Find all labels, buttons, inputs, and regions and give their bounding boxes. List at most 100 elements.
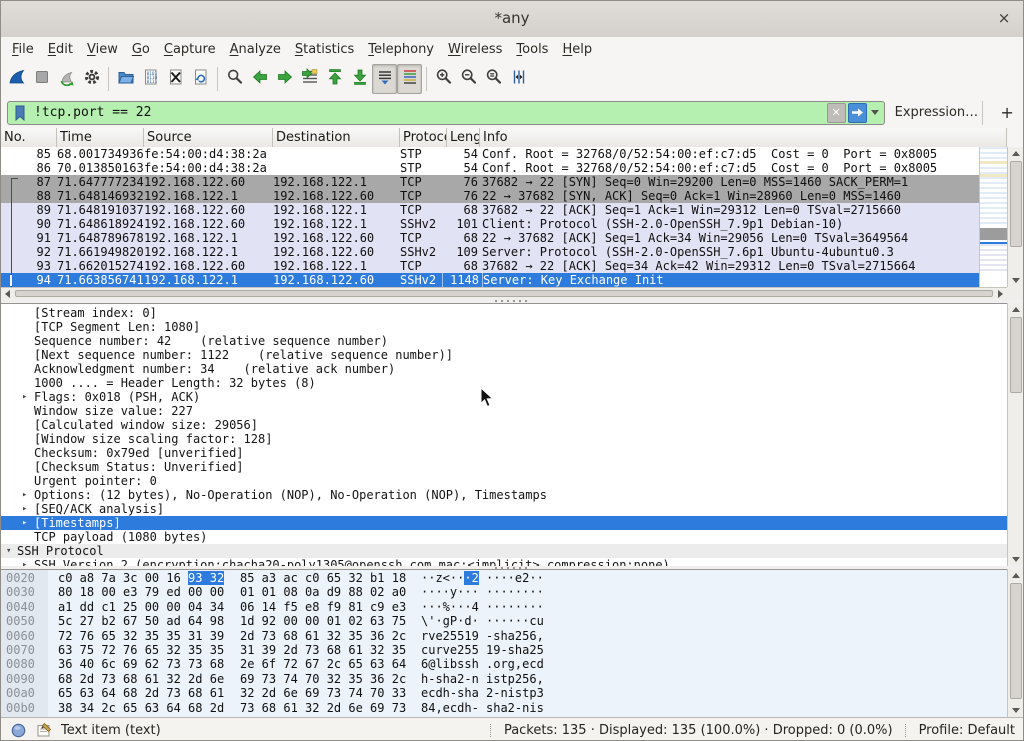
hex-bytes-left[interactable]: a1 dd c1 25 00 00 04 34 [58, 600, 224, 614]
filter-add-button[interactable]: + [997, 103, 1017, 122]
ascii-left[interactable]: curve255 [421, 643, 479, 657]
menu-go[interactable]: Go [125, 39, 157, 60]
hex-row-0070[interactable]: 007063 75 72 76 65 32 35 3531 39 2d 73 6… [1, 643, 1007, 657]
ascii-right[interactable]: ····e2·· [486, 571, 544, 585]
go-back-button[interactable] [247, 64, 272, 94]
packet-row-89[interactable]: 8971.648191037192.168.122.60192.168.122.… [1, 203, 1007, 217]
ascii-right[interactable]: ······cu [486, 614, 544, 628]
hex-row-0030[interactable]: 003080 18 00 e3 79 ed 00 0001 01 08 0a d… [1, 585, 1007, 599]
detail-line[interactable]: ▸[SEQ/ACK analysis] [1, 502, 1007, 516]
hex-row-0020[interactable]: 0020c0 a8 7a 3c 00 16 93 3285 a3 ac c0 6… [1, 571, 1007, 585]
save-file-button[interactable]: 010101100111 [138, 64, 163, 94]
display-filter-input[interactable]: !tcp.port == 22 [29, 105, 825, 120]
column-header-source[interactable]: Source [144, 128, 273, 147]
menu-file[interactable]: File [5, 39, 41, 60]
profile-status[interactable]: Profile: Default [919, 723, 1015, 738]
ascii-left[interactable]: 6@libssh [421, 657, 479, 671]
detail-line[interactable]: Acknowledgment number: 34 (relative ack … [1, 362, 1007, 376]
hex-bytes-left[interactable]: c0 a8 7a 3c 00 16 93 32 [58, 571, 224, 585]
restart-capture-button[interactable] [54, 64, 79, 94]
hex-row-0060[interactable]: 006072 76 65 32 35 35 31 392d 73 68 61 3… [1, 629, 1007, 643]
stop-capture-button[interactable] [29, 64, 54, 94]
auto-scroll-toggle[interactable] [372, 64, 397, 94]
titlebar[interactable]: *any × [1, 1, 1023, 38]
column-header-info[interactable]: Info [480, 128, 1007, 147]
menu-statistics[interactable]: Statistics [288, 39, 361, 60]
scroll-up-icon[interactable] [1008, 147, 1024, 160]
go-to-packet-button[interactable] [297, 64, 322, 94]
column-header-no[interactable]: No. [1, 128, 57, 147]
filter-dropdown-button[interactable] [869, 104, 881, 122]
display-filter-field[interactable]: !tcp.port == 22 ✕ [7, 101, 885, 125]
scroll-right-icon[interactable] [994, 288, 1007, 299]
ascii-left[interactable]: ···%···4 [421, 600, 479, 614]
hex-bytes-right[interactable]: 73 68 61 32 2d 6e 69 73 [240, 701, 406, 715]
packet-list-minimap[interactable] [979, 147, 1007, 287]
hex-row-00b0[interactable]: 00b038 34 2c 65 63 64 68 2d73 68 61 32 2… [1, 701, 1007, 715]
hex-row-0050[interactable]: 00505c 27 b2 67 50 ad 64 981d 92 00 00 0… [1, 614, 1007, 628]
hex-bytes-left[interactable]: 38 34 2c 65 63 64 68 2d [58, 701, 224, 715]
capture-options-button[interactable] [79, 64, 104, 94]
resize-columns-button[interactable] [506, 64, 531, 94]
scrollbar-handle[interactable] [1010, 583, 1022, 699]
start-capture-button[interactable] [4, 64, 29, 94]
hex-bytes-right[interactable]: 31 39 2d 73 68 61 32 35 [240, 643, 406, 657]
find-packet-button[interactable] [222, 64, 247, 94]
hex-bytes-right[interactable]: 2e 6f 72 67 2c 65 63 64 [240, 657, 406, 671]
hex-bytes-left[interactable]: 68 2d 73 68 61 32 2d 6e [58, 672, 224, 686]
hex-bytes-right[interactable]: 06 14 f5 e8 f9 81 c9 e3 [240, 600, 406, 614]
capture-comment-icon[interactable] [35, 721, 53, 739]
bytes-scrollbar[interactable] [1007, 569, 1024, 717]
detail-line[interactable]: [Next sequence number: 1122 (relative se… [1, 348, 1007, 362]
filter-bookmark-icon[interactable] [11, 104, 29, 122]
hex-bytes-left[interactable]: 5c 27 b2 67 50 ad 64 98 [58, 614, 224, 628]
hscrollbar-handle[interactable] [15, 290, 993, 297]
detail-line[interactable]: [Calculated window size: 29056] [1, 418, 1007, 432]
expanded-arrow-icon[interactable]: ▾ [6, 544, 11, 558]
scroll-left-icon[interactable] [1, 288, 14, 299]
packet-list-scrollbar[interactable] [1007, 147, 1024, 287]
hex-row-0040[interactable]: 0040a1 dd c1 25 00 00 04 3406 14 f5 e8 f… [1, 600, 1007, 614]
detail-line[interactable]: ▸Options: (12 bytes), No-Operation (NOP)… [1, 488, 1007, 502]
detail-line[interactable]: [Window size scaling factor: 128] [1, 432, 1007, 446]
scrollbar-handle[interactable] [1010, 161, 1022, 247]
menu-telephony[interactable]: Telephony [361, 39, 441, 60]
menu-view[interactable]: View [80, 39, 125, 60]
detail-line[interactable]: [Checksum Status: Unverified] [1, 460, 1007, 474]
close-file-button[interactable] [163, 64, 188, 94]
ascii-left[interactable]: 84,ecdh- [421, 701, 479, 715]
detail-line[interactable]: Urgent pointer: 0 [1, 474, 1007, 488]
zoom-in-button[interactable] [431, 64, 456, 94]
detail-line[interactable]: [Stream index: 0] [1, 306, 1007, 320]
ascii-left[interactable]: ecdh-sha [421, 686, 479, 700]
hex-row-0090[interactable]: 009068 2d 73 68 61 32 2d 6e69 73 74 70 3… [1, 672, 1007, 686]
open-file-button[interactable] [113, 64, 138, 94]
ascii-right[interactable]: -sha256, [486, 629, 544, 643]
detail-line[interactable]: ▸[Timestamps] [1, 516, 1007, 530]
column-header-time[interactable]: Time [57, 128, 144, 147]
menu-help[interactable]: Help [555, 39, 599, 60]
packet-list-hscrollbar[interactable] [1, 287, 1007, 299]
collapsed-arrow-icon[interactable]: ▸ [22, 502, 27, 516]
scroll-up-icon[interactable] [1008, 303, 1024, 316]
scrollbar-handle[interactable] [1010, 317, 1022, 393]
hex-bytes-left[interactable]: 65 63 64 68 2d 73 68 61 [58, 686, 224, 700]
ascii-right[interactable]: 2-nistp3 [486, 686, 544, 700]
ascii-right[interactable]: 19-sha25 [486, 643, 544, 657]
packet-row-92[interactable]: 9271.661949820192.168.122.1192.168.122.6… [1, 245, 1007, 259]
expression-button[interactable]: Expression… [895, 105, 979, 120]
packet-row-93[interactable]: 9371.662015274192.168.122.60192.168.122.… [1, 259, 1007, 273]
ascii-right[interactable]: ········ [486, 600, 544, 614]
reload-file-button[interactable] [188, 64, 213, 94]
ascii-right[interactable]: ········ [486, 585, 544, 599]
hex-bytes-left[interactable]: 72 76 65 32 35 35 31 39 [58, 629, 224, 643]
packet-row-94[interactable]: 9471.663856741192.168.122.1192.168.122.6… [1, 273, 1007, 287]
packet-row-85[interactable]: 8568.001734936fe:54:00:d4:38:2aSTP54Conf… [1, 147, 1007, 161]
column-header-length[interactable]: Length [447, 128, 480, 147]
collapsed-arrow-icon[interactable]: ▸ [22, 488, 27, 502]
detail-line[interactable]: Sequence number: 42 (relative sequence n… [1, 334, 1007, 348]
close-button[interactable]: × [993, 1, 1015, 36]
hex-bytes-right[interactable]: 2d 73 68 61 32 35 36 2c [240, 629, 406, 643]
ascii-left[interactable]: ··z<···2 [421, 571, 479, 585]
hex-bytes-left[interactable]: 63 75 72 76 65 32 35 35 [58, 643, 224, 657]
